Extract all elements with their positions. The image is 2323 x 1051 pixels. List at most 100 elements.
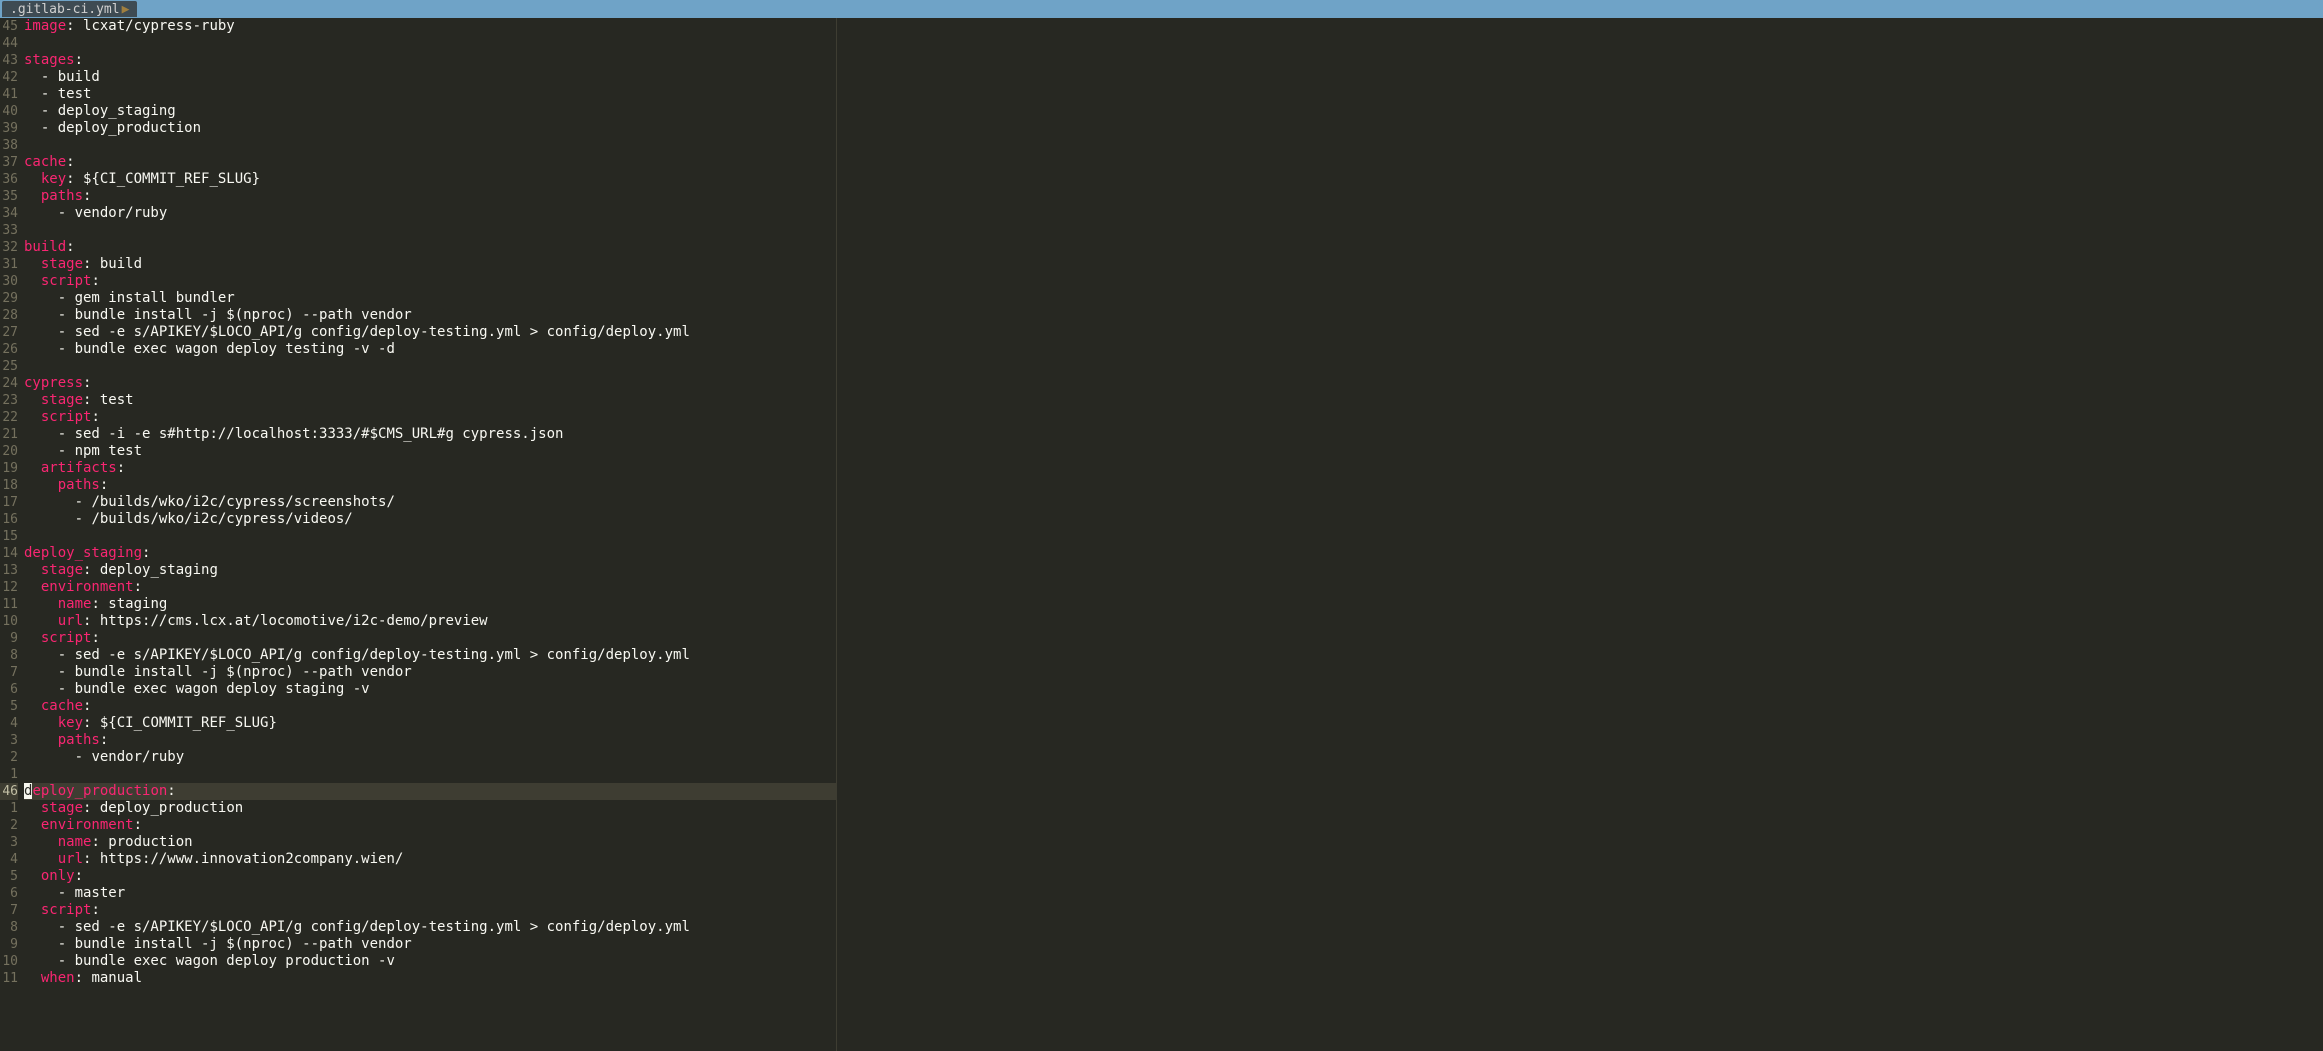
line-number: 15 bbox=[0, 528, 18, 545]
line-number: 4 bbox=[0, 715, 18, 732]
code-line[interactable]: - test bbox=[24, 86, 836, 103]
line-number: 30 bbox=[0, 273, 18, 290]
code-area[interactable]: image: lcxat/cypress-ruby stages: - buil… bbox=[24, 18, 836, 1051]
code-line[interactable]: stage: build bbox=[24, 256, 836, 273]
code-line[interactable]: url: https://cms.lcx.at/locomotive/i2c-d… bbox=[24, 613, 836, 630]
code-line[interactable]: only: bbox=[24, 868, 836, 885]
line-number: 41 bbox=[0, 86, 18, 103]
code-line[interactable] bbox=[24, 35, 836, 52]
line-number: 3 bbox=[0, 834, 18, 851]
line-number: 5 bbox=[0, 868, 18, 885]
code-line[interactable]: - bundle exec wagon deploy staging -v bbox=[24, 681, 836, 698]
code-line[interactable]: cache: bbox=[24, 698, 836, 715]
line-number: 19 bbox=[0, 460, 18, 477]
line-number: 36 bbox=[0, 171, 18, 188]
code-line[interactable]: name: staging bbox=[24, 596, 836, 613]
code-line[interactable]: key: ${CI_COMMIT_REF_SLUG} bbox=[24, 171, 836, 188]
line-number: 13 bbox=[0, 562, 18, 579]
line-number: 6 bbox=[0, 681, 18, 698]
code-line[interactable]: - sed -e s/APIKEY/$LOCO_API/g config/dep… bbox=[24, 919, 836, 936]
code-line[interactable]: stage: deploy_production bbox=[24, 800, 836, 817]
line-number: 5 bbox=[0, 698, 18, 715]
code-line[interactable]: paths: bbox=[24, 477, 836, 494]
code-line[interactable]: build: bbox=[24, 239, 836, 256]
line-number: 7 bbox=[0, 664, 18, 681]
line-number: 39 bbox=[0, 120, 18, 137]
code-line[interactable]: cypress: bbox=[24, 375, 836, 392]
code-line[interactable]: key: ${CI_COMMIT_REF_SLUG} bbox=[24, 715, 836, 732]
line-number: 4 bbox=[0, 851, 18, 868]
line-number: 3 bbox=[0, 732, 18, 749]
editor-split: 4544434241403938373635343332313029282726… bbox=[0, 18, 2323, 1051]
line-number: 7 bbox=[0, 902, 18, 919]
line-number-gutter: 4544434241403938373635343332313029282726… bbox=[0, 18, 24, 1051]
line-number: 32 bbox=[0, 239, 18, 256]
line-number: 18 bbox=[0, 477, 18, 494]
tab-filename: .gitlab-ci.yml bbox=[10, 1, 120, 18]
line-number: 20 bbox=[0, 443, 18, 460]
code-line[interactable]: script: bbox=[24, 630, 836, 647]
code-line[interactable]: - /builds/wko/i2c/cypress/videos/ bbox=[24, 511, 836, 528]
code-line[interactable]: script: bbox=[24, 409, 836, 426]
code-line[interactable]: environment: bbox=[24, 579, 836, 596]
code-line[interactable]: - /builds/wko/i2c/cypress/screenshots/ bbox=[24, 494, 836, 511]
code-line[interactable]: - gem install bundler bbox=[24, 290, 836, 307]
code-line[interactable]: stage: deploy_staging bbox=[24, 562, 836, 579]
code-line[interactable]: - bundle exec wagon deploy production -v bbox=[24, 953, 836, 970]
code-line[interactable] bbox=[24, 528, 836, 545]
code-line[interactable]: script: bbox=[24, 273, 836, 290]
code-line[interactable]: name: production bbox=[24, 834, 836, 851]
code-line[interactable]: - build bbox=[24, 69, 836, 86]
line-number: 16 bbox=[0, 511, 18, 528]
code-line[interactable] bbox=[24, 766, 836, 783]
editor-pane-right[interactable] bbox=[837, 18, 2323, 1051]
tab-bar: .gitlab-ci.yml ▶ bbox=[0, 0, 2323, 18]
code-line[interactable]: when: manual bbox=[24, 970, 836, 987]
line-number: 42 bbox=[0, 69, 18, 86]
file-tab[interactable]: .gitlab-ci.yml ▶ bbox=[2, 1, 137, 17]
line-number: 45 bbox=[0, 18, 18, 35]
line-number: 9 bbox=[0, 630, 18, 647]
code-line[interactable]: - bundle exec wagon deploy testing -v -d bbox=[24, 341, 836, 358]
code-line[interactable]: - master bbox=[24, 885, 836, 902]
code-line[interactable]: artifacts: bbox=[24, 460, 836, 477]
code-line[interactable]: - sed -e s/APIKEY/$LOCO_API/g config/dep… bbox=[24, 647, 836, 664]
code-line[interactable]: - deploy_production bbox=[24, 120, 836, 137]
line-number: 28 bbox=[0, 307, 18, 324]
code-line[interactable]: stages: bbox=[24, 52, 836, 69]
tab-modified-indicator: ▶ bbox=[122, 1, 130, 18]
line-number: 25 bbox=[0, 358, 18, 375]
line-number: 8 bbox=[0, 647, 18, 664]
code-line[interactable]: environment: bbox=[24, 817, 836, 834]
line-number: 27 bbox=[0, 324, 18, 341]
line-number: 43 bbox=[0, 52, 18, 69]
code-line[interactable] bbox=[24, 137, 836, 154]
line-number: 24 bbox=[0, 375, 18, 392]
code-line[interactable]: stage: test bbox=[24, 392, 836, 409]
code-line[interactable] bbox=[24, 358, 836, 375]
code-line[interactable]: cache: bbox=[24, 154, 836, 171]
code-line[interactable]: image: lcxat/cypress-ruby bbox=[24, 18, 836, 35]
code-line[interactable]: - vendor/ruby bbox=[24, 749, 836, 766]
code-line[interactable]: - npm test bbox=[24, 443, 836, 460]
code-line[interactable] bbox=[24, 222, 836, 239]
code-line[interactable]: paths: bbox=[24, 188, 836, 205]
line-number: 1 bbox=[0, 800, 18, 817]
code-line[interactable]: - bundle install -j $(nproc) --path vend… bbox=[24, 307, 836, 324]
code-line[interactable]: url: https://www.innovation2company.wien… bbox=[24, 851, 836, 868]
line-number: 10 bbox=[0, 613, 18, 630]
code-line[interactable]: script: bbox=[24, 902, 836, 919]
line-number: 11 bbox=[0, 970, 18, 987]
code-line[interactable]: - sed -i -e s#http://localhost:3333/#$CM… bbox=[24, 426, 836, 443]
line-number: 2 bbox=[0, 817, 18, 834]
code-line[interactable]: - sed -e s/APIKEY/$LOCO_API/g config/dep… bbox=[24, 324, 836, 341]
line-number: 26 bbox=[0, 341, 18, 358]
code-line[interactable]: paths: bbox=[24, 732, 836, 749]
code-line[interactable]: - bundle install -j $(nproc) --path vend… bbox=[24, 664, 836, 681]
code-line[interactable]: - bundle install -j $(nproc) --path vend… bbox=[24, 936, 836, 953]
editor-pane-left[interactable]: 4544434241403938373635343332313029282726… bbox=[0, 18, 837, 1051]
code-line[interactable]: - vendor/ruby bbox=[24, 205, 836, 222]
line-number: 46 bbox=[0, 783, 18, 800]
code-line[interactable]: deploy_staging: bbox=[24, 545, 836, 562]
code-line[interactable]: - deploy_staging bbox=[24, 103, 836, 120]
